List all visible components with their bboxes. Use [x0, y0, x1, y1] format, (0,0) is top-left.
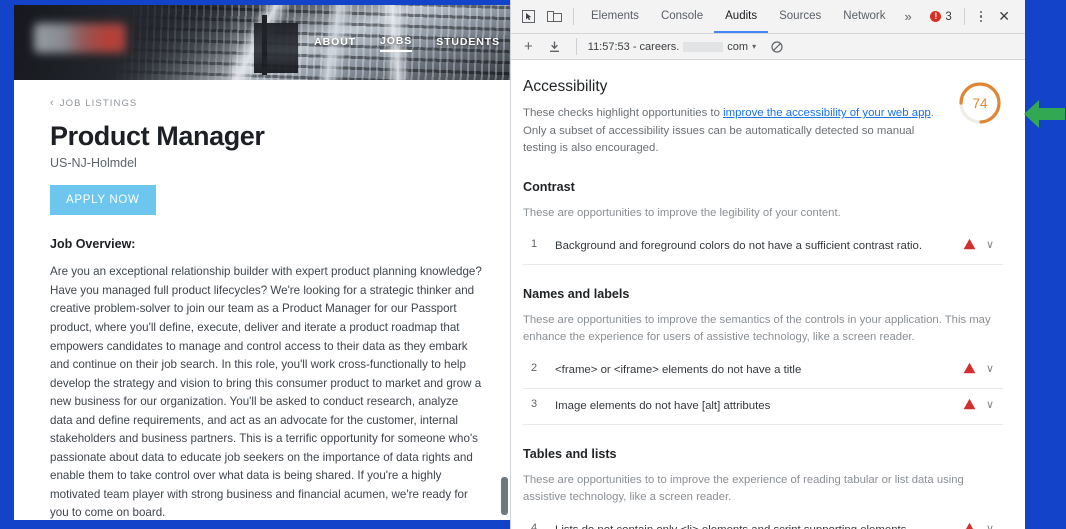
chevron-left-icon: ‹	[50, 98, 55, 109]
audit-run-domain-redacted	[683, 42, 723, 52]
subtoolbar-divider	[576, 38, 577, 55]
device-toolbar-icon[interactable]	[541, 4, 567, 30]
site-hero-banner: ABOUT JOBS STUDENTS	[14, 5, 510, 80]
fail-warning-icon	[961, 398, 977, 410]
accessibility-score-value: 74	[957, 80, 1003, 126]
site-primary-nav: ABOUT JOBS STUDENTS	[314, 35, 500, 52]
job-overview-paragraph-1: Are you an exceptional relationship buil…	[50, 263, 484, 520]
devtools-toolbar-right: ! 3 ✕	[926, 6, 1021, 27]
nav-item-students[interactable]: STUDENTS	[436, 36, 500, 51]
tab-sources[interactable]: Sources	[768, 0, 832, 33]
tab-elements[interactable]: Elements	[580, 0, 650, 33]
new-audit-icon[interactable]: +	[517, 39, 540, 54]
audit-row-index: 2	[523, 362, 555, 374]
close-devtools-icon[interactable]: ✕	[991, 6, 1017, 27]
section-desc-names-and-labels: These are opportunities to improve the s…	[523, 312, 1003, 347]
accessibility-report-header: Accessibility These checks highlight opp…	[523, 78, 1003, 158]
chevron-down-icon: ▾	[752, 42, 756, 51]
page-scrollbar[interactable]	[501, 82, 508, 520]
expand-chevron-icon[interactable]: ∨	[977, 398, 1003, 411]
job-location: US-NJ-Holmdel	[50, 156, 484, 170]
audit-row[interactable]: 3 Image elements do not have [alt] attri…	[523, 389, 1003, 425]
tab-console[interactable]: Console	[650, 0, 714, 33]
accessibility-docs-link[interactable]: improve the accessibility of your web ap…	[723, 107, 931, 119]
careers-site-page: ABOUT JOBS STUDENTS ‹ JOB LISTINGS Produ…	[14, 5, 510, 520]
chrome-devtools-panel: Elements Console Audits Sources Network …	[510, 0, 1025, 529]
company-logo-redacted	[34, 23, 126, 53]
audit-row-title: Image elements do not have [alt] attribu…	[555, 398, 961, 415]
screenshot-stage: ABOUT JOBS STUDENTS ‹ JOB LISTINGS Produ…	[0, 0, 1066, 529]
expand-chevron-icon[interactable]: ∨	[977, 362, 1003, 375]
nav-item-about[interactable]: ABOUT	[314, 36, 356, 51]
report-category-description: These checks highlight opportunities to …	[523, 105, 947, 158]
breadcrumb-job-listings[interactable]: ‹ JOB LISTINGS	[50, 98, 484, 109]
hero-forklift-shape	[254, 23, 298, 73]
accessibility-score-gauge: 74	[957, 80, 1003, 126]
section-title-names-and-labels: Names and labels	[523, 287, 1003, 301]
inspect-element-icon[interactable]	[515, 4, 541, 30]
more-tabs-icon[interactable]: »	[896, 9, 919, 24]
devtools-tabbar: Elements Console Audits Sources Network …	[511, 0, 1025, 34]
section-desc-contrast: These are opportunities to improve the l…	[523, 205, 1003, 223]
fail-warning-icon	[961, 522, 977, 529]
job-overview-heading: Job Overview:	[50, 237, 484, 251]
expand-chevron-icon[interactable]: ∨	[977, 522, 1003, 529]
breadcrumb-label: JOB LISTINGS	[60, 98, 138, 109]
download-report-icon[interactable]	[542, 34, 568, 60]
audit-row-index: 3	[523, 398, 555, 410]
audit-row[interactable]: 1 Background and foreground colors do no…	[523, 229, 1003, 265]
desc-before-text: These checks highlight opportunities to	[523, 107, 723, 119]
tab-audits[interactable]: Audits	[714, 0, 768, 33]
section-title-contrast: Contrast	[523, 180, 1003, 194]
devtools-tab-list: Elements Console Audits Sources Network	[580, 0, 896, 33]
tab-network[interactable]: Network	[832, 0, 896, 33]
audit-row-title: Background and foreground colors do not …	[555, 238, 961, 255]
error-icon: !	[930, 11, 941, 22]
audit-row-title: <frame> or <iframe> elements do not have…	[555, 362, 961, 379]
page-title: Product Manager	[50, 122, 484, 150]
error-count-label: 3	[945, 11, 951, 23]
fail-warning-icon	[961, 238, 977, 250]
audit-row-index: 1	[523, 238, 555, 250]
audit-row-title: Lists do not contain only <li> elements …	[555, 522, 961, 529]
clear-audits-icon[interactable]	[771, 41, 783, 53]
audit-row-index: 4	[523, 522, 555, 529]
report-category-title: Accessibility	[523, 78, 947, 96]
toolbar-divider	[573, 8, 574, 25]
section-desc-tables-and-lists: These are opportunities to to improve th…	[523, 472, 1003, 507]
audit-run-selector[interactable]: 11:57:53 - careers. com ▾	[585, 41, 759, 53]
annotation-arrow-left-icon	[1022, 93, 1066, 135]
page-scrollbar-thumb[interactable]	[501, 477, 508, 515]
section-title-tables-and-lists: Tables and lists	[523, 447, 1003, 461]
audit-row[interactable]: 2 <frame> or <iframe> elements do not ha…	[523, 353, 1003, 389]
expand-chevron-icon[interactable]: ∨	[977, 238, 1003, 251]
toolbar-divider-right	[964, 8, 965, 25]
job-detail-body: ‹ JOB LISTINGS Product Manager US-NJ-Hol…	[14, 80, 510, 520]
nav-item-jobs[interactable]: JOBS	[380, 35, 412, 52]
audits-subtoolbar: + 11:57:53 - careers. com ▾	[511, 34, 1025, 60]
fail-warning-icon	[961, 362, 977, 374]
devtools-menu-icon[interactable]	[973, 7, 990, 27]
audit-run-domain-suffix: com	[727, 41, 748, 53]
apply-now-button[interactable]: APPLY NOW	[50, 185, 156, 215]
audit-run-timestamp: 11:57:53 - careers.	[588, 41, 680, 53]
audit-report-content: Accessibility These checks highlight opp…	[511, 60, 1025, 529]
audit-row[interactable]: 4 Lists do not contain only <li> element…	[523, 513, 1003, 529]
error-count-badge[interactable]: ! 3	[926, 11, 955, 23]
